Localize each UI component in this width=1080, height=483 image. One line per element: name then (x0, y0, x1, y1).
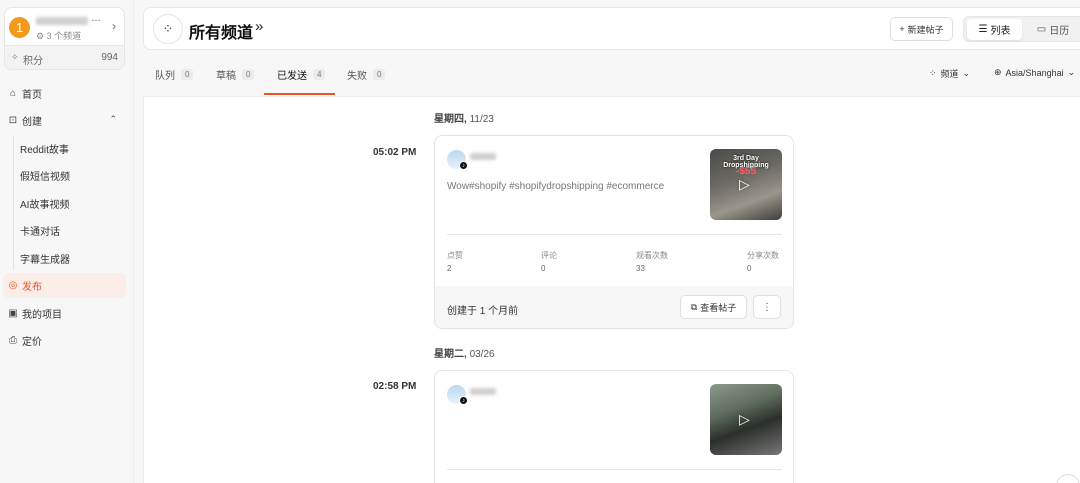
post-time: 02:58 PM (373, 381, 417, 392)
channel-name-blurred (470, 388, 496, 395)
plus-icon: + (899, 24, 905, 34)
post-card[interactable]: ♪ ▷ (434, 370, 794, 483)
tiktok-icon: ♪ (459, 396, 468, 405)
scroll-button[interactable] (1056, 474, 1080, 483)
chevron-down-icon: ⌄ (962, 68, 971, 78)
credits-label: 积分 (23, 56, 43, 67)
divider (447, 234, 782, 235)
globe-icon: ⊕ (994, 67, 1002, 77)
sidebar-item-create[interactable]: ⊡ 创建 ⌃ (3, 108, 126, 133)
created-time: 创建于 1 个月前 (447, 306, 519, 317)
tiktok-icon: ♪ (459, 161, 468, 170)
view-toggle: ☰ 列表 ▭ 日历 (963, 16, 1080, 42)
tab-count: 0 (181, 69, 194, 80)
chevron-down-icon: ⌄ (1067, 67, 1076, 77)
chevron-up-icon: ⌃ (109, 114, 117, 124)
sparkle-icon: ✧ (11, 52, 19, 62)
list-icon: ☰ (978, 24, 988, 35)
tab-failed[interactable]: 失败 0 (347, 67, 386, 82)
credits-value: 994 (101, 52, 118, 63)
video-thumbnail[interactable]: 3rd Day Dropshipping -$55 ▷ (710, 149, 782, 220)
play-icon: ▷ (739, 176, 750, 192)
channels-icon[interactable]: ⁘ (153, 14, 183, 44)
home-icon: ⌂ (9, 88, 17, 99)
stat-likes: 点赞 2 (447, 251, 463, 273)
sidebar-item-cartoon-chat[interactable]: 卡通对话 (13, 218, 126, 243)
more-options-button[interactable]: ⋮ (753, 295, 781, 319)
date-header: 星期四, 11/23 (434, 114, 494, 125)
sidebar-item-fake-text[interactable]: 假短信视频 (13, 163, 126, 188)
post-caption: Wow#shopify #shopifydropshipping #ecomme… (447, 181, 665, 192)
top-header: ⁘ 所有频道 » + 新建帖子 ☰ 列表 ▭ 日历 (143, 7, 1080, 50)
channel-name-blurred (470, 153, 496, 160)
new-post-button[interactable]: + 新建帖子 (890, 17, 953, 41)
account-switcher[interactable]: 1 … ⚙ 3 个频道 › (4, 7, 125, 46)
sidebar-item-ai-story[interactable]: AI故事视频 (13, 191, 126, 216)
account-avatar: 1 (9, 17, 30, 38)
tab-count: 0 (242, 69, 255, 80)
tab-count: 0 (373, 69, 386, 80)
channels-icon: ⁘ (929, 68, 937, 78)
view-calendar-button[interactable]: ▭ 日历 (1026, 19, 1080, 40)
view-post-button[interactable]: ⧉ 查看帖子 (680, 295, 747, 319)
channels-icon: ⚙ (36, 31, 45, 41)
stat-views: 观看次数 33 (636, 251, 668, 273)
sidebar-item-publish[interactable]: ◎ 发布 (3, 273, 126, 298)
sidebar-item-reddit-story[interactable]: Reddit故事 (13, 136, 126, 161)
tab-sent[interactable]: 已发送 4 (277, 67, 326, 82)
external-link-icon: ⧉ (690, 301, 698, 312)
date-header: 星期二, 03/26 (434, 349, 495, 360)
video-thumbnail[interactable]: ▷ (710, 384, 782, 455)
sidebar-item-my-projects[interactable]: ▣ 我的项目 (3, 301, 126, 326)
calendar-icon: ▭ (1036, 24, 1047, 35)
sidebar-item-pricing[interactable]: ⎙ 定价 (3, 328, 126, 353)
posts-list: 星期四, 11/23 05:02 PM ♪ Wow#shopify #shopi… (143, 96, 1080, 483)
more-vertical-icon: ⋮ (762, 301, 772, 313)
chevron-right-icon: › (112, 19, 116, 33)
projects-icon: ▣ (8, 308, 18, 319)
play-icon: ▷ (739, 411, 750, 427)
timezone-filter[interactable]: ⊕ Asia/Shanghai ⌄ (994, 67, 1075, 78)
stat-shares: 分享次数 0 (747, 251, 779, 273)
sidebar-item-subtitle-generator[interactable]: 字幕生成器 (13, 246, 126, 271)
create-icon: ⊡ (8, 115, 18, 126)
active-tab-indicator (264, 93, 335, 95)
page-title: 所有频道 (189, 25, 254, 42)
channel-filter[interactable]: ⁘ 频道 ⌄ (929, 67, 970, 80)
double-chevron-right-icon[interactable]: » (255, 18, 263, 35)
stat-comments: 评论 0 (541, 251, 557, 273)
tab-count: 4 (313, 69, 326, 80)
tab-queue[interactable]: 队列 0 (155, 67, 194, 82)
post-time: 05:02 PM (373, 147, 417, 158)
divider (447, 469, 782, 470)
credits-row: ✧ 积分 994 (4, 46, 125, 70)
post-card[interactable]: ♪ Wow#shopify #shopifydropshipping #ecom… (434, 135, 794, 329)
tab-drafts[interactable]: 草稿 0 (216, 67, 255, 82)
account-name-blurred (36, 17, 88, 25)
view-list-button[interactable]: ☰ 列表 (967, 19, 1022, 40)
account-channel-count: ⚙ 3 个频道 (36, 31, 82, 41)
publish-icon: ◎ (8, 280, 18, 291)
sidebar-item-home[interactable]: ⌂ 首页 (3, 81, 126, 106)
status-tabs: 队列 0 草稿 0 已发送 4 失败 0 ⁘ 频道 ⌄ ⊕ Asia/Shang… (143, 50, 1080, 96)
post-card-footer: 创建于 1 个月前 ⧉ 查看帖子 ⋮ (435, 286, 793, 328)
pricing-icon: ⎙ (9, 335, 17, 346)
account-name-ellipsis: … (91, 13, 102, 24)
sidebar: 1 … ⚙ 3 个频道 › ✧ 积分 994 ⌂ 首页 ⊡ 创建 ⌃ Reddi… (0, 0, 134, 483)
